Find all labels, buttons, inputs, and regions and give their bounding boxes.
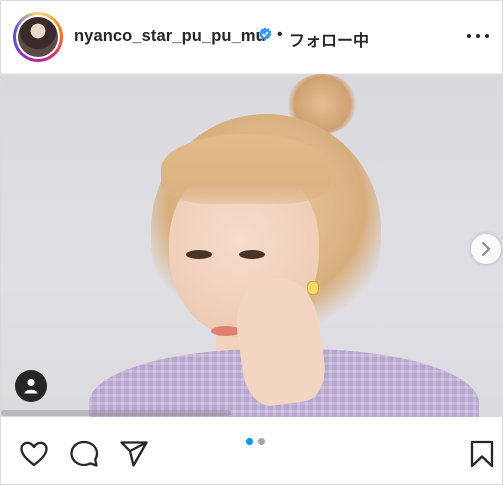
tagged-users-button[interactable] xyxy=(15,370,47,402)
more-dot xyxy=(467,34,471,38)
avatar-inner xyxy=(16,15,60,59)
chevron-right-icon xyxy=(481,242,491,256)
photo-eye-left xyxy=(186,250,212,259)
carousel-dot-active xyxy=(246,438,253,445)
heart-icon[interactable] xyxy=(19,439,49,469)
avatar-image xyxy=(18,17,58,57)
carousel-dot xyxy=(258,438,265,445)
photo-bangs xyxy=(161,134,331,204)
avatar[interactable] xyxy=(13,12,63,62)
paper-plane-icon[interactable] xyxy=(119,439,149,469)
user-icon xyxy=(24,379,38,394)
carousel-indicator xyxy=(246,438,270,446)
horizontal-scrollbar[interactable] xyxy=(1,410,231,416)
more-horizontal-icon[interactable] xyxy=(467,31,491,41)
next-slide-button[interactable] xyxy=(471,234,501,264)
photo-eye-right xyxy=(239,250,265,259)
verified-badge-icon xyxy=(258,27,272,41)
bookmark-icon[interactable] xyxy=(467,439,497,469)
more-dot xyxy=(476,34,480,38)
username-link[interactable]: nyanco_star_pu_pu_mu xyxy=(74,27,266,46)
post-image[interactable] xyxy=(1,74,503,417)
separator-dot: • xyxy=(277,26,283,43)
instagram-post: nyanco_star_pu_pu_mu • フォロー中 xyxy=(0,0,503,485)
following-button[interactable]: フォロー中 xyxy=(289,27,369,51)
comment-icon[interactable] xyxy=(69,439,99,469)
photo-earring xyxy=(307,281,319,295)
action-bar xyxy=(1,417,503,485)
more-dot xyxy=(485,34,489,38)
post-header: nyanco_star_pu_pu_mu • フォロー中 xyxy=(1,1,503,74)
